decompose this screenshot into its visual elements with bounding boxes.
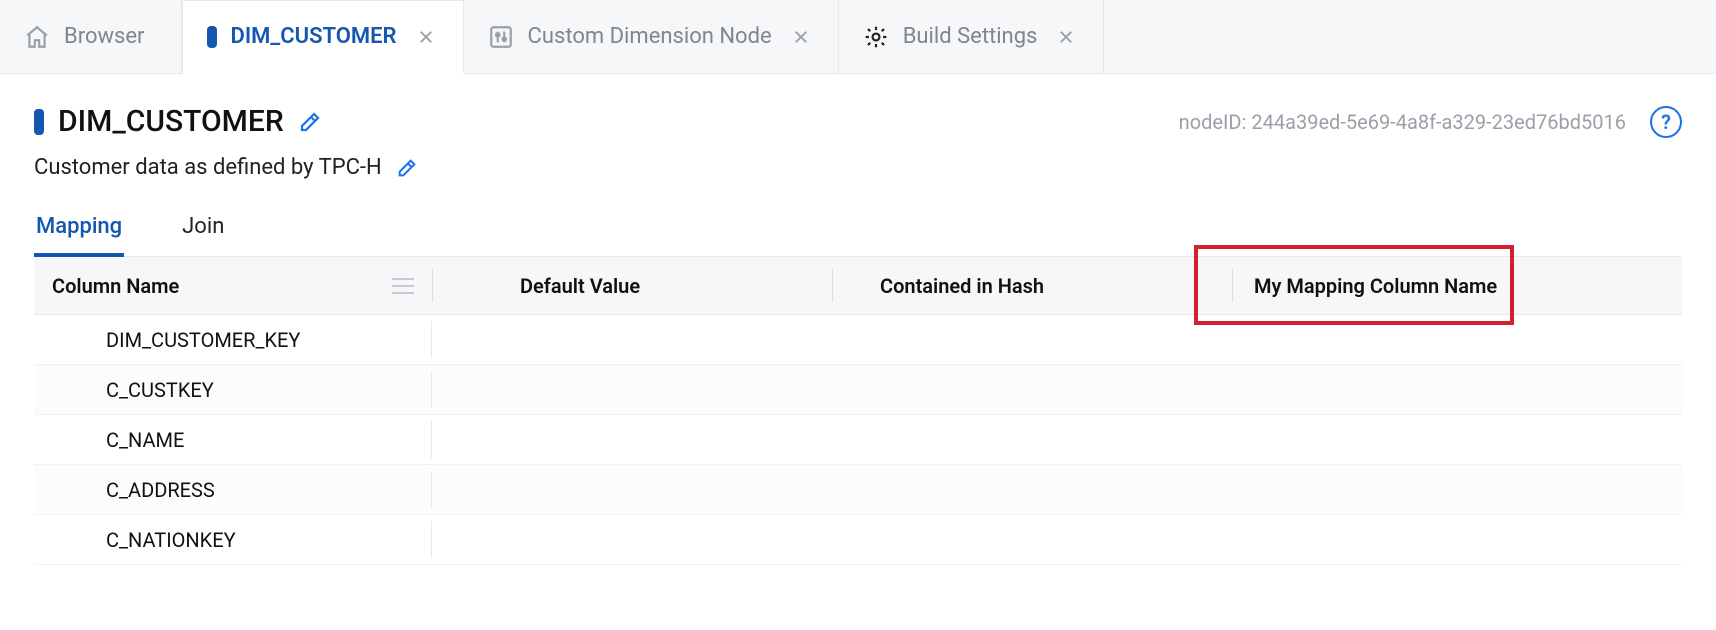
tab-custom-dimension-node-label: Custom Dimension Node bbox=[528, 24, 772, 49]
column-menu-icon[interactable] bbox=[392, 278, 414, 294]
top-tabstrip: Browser DIM_CUSTOMER Custom Dimension No… bbox=[0, 0, 1716, 74]
local-tabs: Mapping Join bbox=[34, 214, 1682, 257]
gear-icon bbox=[863, 24, 889, 50]
column-header-map[interactable]: My Mapping Column Name bbox=[1232, 257, 1682, 314]
edit-subtitle-icon[interactable] bbox=[396, 157, 418, 179]
tab-build-settings-label: Build Settings bbox=[903, 24, 1038, 49]
tab-browser[interactable]: Browser bbox=[0, 0, 182, 73]
node-type-icon bbox=[207, 26, 217, 48]
table-row[interactable]: C_ADDRESS bbox=[34, 465, 1682, 515]
cell-column-name: DIM_CUSTOMER_KEY bbox=[106, 328, 300, 352]
help-icon[interactable]: ? bbox=[1650, 106, 1682, 138]
tab-dim-customer[interactable]: DIM_CUSTOMER bbox=[182, 0, 464, 74]
cell-column-name: C_CUSTKEY bbox=[106, 378, 214, 402]
column-header-name-label: Column Name bbox=[52, 274, 179, 298]
title-row: DIM_CUSTOMER nodeID: 244a39ed-5e69-4a8f-… bbox=[34, 104, 1682, 139]
cell-column-name: C_ADDRESS bbox=[106, 478, 215, 502]
grid-header: Column Name Default Value Contained in H… bbox=[34, 257, 1682, 315]
column-header-map-label: My Mapping Column Name bbox=[1254, 274, 1497, 298]
table-row[interactable]: DIM_CUSTOMER_KEY bbox=[34, 315, 1682, 365]
tab-mapping[interactable]: Mapping bbox=[34, 214, 124, 257]
table-row[interactable]: C_NATIONKEY bbox=[34, 515, 1682, 565]
page-title: DIM_CUSTOMER bbox=[58, 104, 284, 139]
subtitle-row: Customer data as defined by TPC-H bbox=[34, 155, 1682, 180]
tab-build-settings[interactable]: Build Settings bbox=[839, 0, 1105, 73]
node-id-label: nodeID: 244a39ed-5e69-4a8f-a329-23ed76bd… bbox=[1179, 110, 1626, 134]
cell-column-name: C_NATIONKEY bbox=[106, 528, 236, 552]
page-body: DIM_CUSTOMER nodeID: 244a39ed-5e69-4a8f-… bbox=[0, 74, 1716, 630]
table-row[interactable]: C_CUSTKEY bbox=[34, 365, 1682, 415]
tab-dim-customer-label: DIM_CUSTOMER bbox=[231, 24, 397, 49]
column-header-name[interactable]: Column Name bbox=[34, 257, 432, 314]
tab-custom-dimension-node[interactable]: Custom Dimension Node bbox=[464, 0, 839, 73]
tab-join[interactable]: Join bbox=[180, 214, 226, 256]
table-row[interactable]: C_NAME bbox=[34, 415, 1682, 465]
grid-body: DIM_CUSTOMER_KEY C_CUSTKEY C_NAME C_ADDR… bbox=[34, 315, 1682, 565]
sliders-icon bbox=[488, 24, 514, 50]
tab-browser-label: Browser bbox=[64, 24, 145, 49]
edit-title-icon[interactable] bbox=[298, 110, 322, 134]
column-header-default[interactable]: Default Value bbox=[432, 257, 832, 314]
close-icon[interactable] bbox=[792, 28, 810, 46]
cell-column-name: C_NAME bbox=[106, 428, 184, 452]
column-header-hash[interactable]: Contained in Hash bbox=[832, 257, 1232, 314]
page-subtitle: Customer data as defined by TPC-H bbox=[34, 155, 382, 180]
close-icon[interactable] bbox=[417, 28, 435, 46]
close-icon[interactable] bbox=[1057, 28, 1075, 46]
column-header-hash-label: Contained in Hash bbox=[880, 274, 1044, 298]
home-icon bbox=[24, 24, 50, 50]
column-header-default-label: Default Value bbox=[520, 274, 640, 298]
node-type-icon bbox=[34, 109, 44, 135]
